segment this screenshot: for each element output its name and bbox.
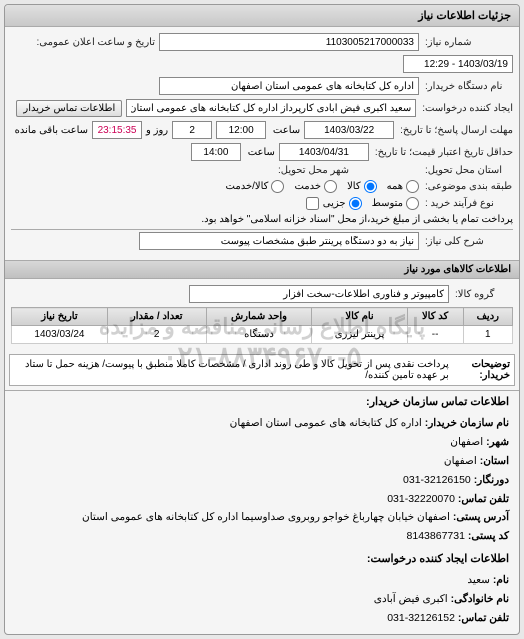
class-radio-group: همه کالا خدمت کالا/خدمت (226, 180, 419, 193)
items-table: ردیف کد کالا نام کالا واحد شمارش تعداد /… (11, 307, 513, 344)
remain-label: ساعت باقی مانده (15, 125, 88, 136)
buyer-contact-button[interactable]: اطلاعات تماس خریدار (16, 100, 122, 117)
group-field[interactable] (189, 285, 449, 303)
deliver-state-label: استان محل تحویل: (423, 165, 513, 176)
creator-field[interactable] (126, 99, 416, 117)
remain-time (92, 121, 142, 139)
class-goods[interactable]: کالا (347, 180, 377, 193)
th-name: نام کالا (312, 308, 407, 326)
th-unit: واحد شمارش (206, 308, 312, 326)
need-title-field[interactable] (139, 232, 419, 250)
min-valid-label: حداقل تاریخ اعتبار قیمت؛ تا تاریخ: (373, 147, 513, 158)
buyer-field[interactable] (159, 77, 419, 95)
creator-contact-block: نام: سعید نام خانوادگی: اکبری فیض آبادی … (15, 571, 509, 628)
deliver-city-label: شهر محل تحویل: (276, 165, 349, 176)
deadline-resp-date[interactable] (304, 121, 394, 139)
class-label: طبقه بندی موضوعی: (423, 181, 513, 192)
req-creator-header: اطلاعات ایجاد کننده درخواست: (15, 552, 509, 565)
process-note: پرداخت تمام یا بخشی از مبلغ خرید،از محل … (201, 214, 513, 225)
req-no-field[interactable] (159, 33, 419, 51)
th-idx: ردیف (463, 308, 512, 326)
th-qty: تعداد / مقدار (107, 308, 206, 326)
hour-label-2: ساعت (245, 147, 275, 158)
th-code: کد کالا (407, 308, 463, 326)
announce-label: تاریخ و ساعت اعلان عمومی: (35, 37, 156, 48)
proc-mid[interactable]: متوسط (372, 197, 419, 210)
days-label: روز و (146, 125, 168, 136)
class-service[interactable]: خدمت (294, 180, 337, 193)
deadline-resp-label: مهلت ارسال پاسخ؛ تا تاریخ: (398, 125, 513, 136)
form-body: شماره نیاز: تاریخ و ساعت اعلان عمومی: نا… (5, 27, 519, 260)
buyer-label: نام دستگاه خریدار: (423, 81, 513, 92)
proc-partial[interactable]: جزیی (323, 197, 362, 210)
req-no-label: شماره نیاز: (423, 37, 513, 48)
remain-days (172, 121, 212, 139)
buyer-notes-text: پرداخت نقدی پس از تحویل کالا و طی روند ا… (14, 359, 449, 381)
hour-label-1: ساعت (270, 125, 300, 136)
buyer-notes-label: توضیحات خریدار: (449, 359, 510, 381)
table-row[interactable]: 1 -- پرینتر لیزری دستگاه 2 1403/03/24 (12, 326, 513, 344)
class-all[interactable]: همه (387, 180, 419, 193)
group-label: گروه کالا: (453, 289, 513, 300)
contact-block: نام سازمان خریدار: اداره کل کتابخانه های… (15, 414, 509, 546)
deadline-resp-time[interactable] (216, 121, 266, 139)
announce-field[interactable] (403, 55, 513, 73)
need-details-panel: جزئیات اطلاعات نیاز شماره نیاز: تاریخ و … (4, 4, 520, 635)
items-header: اطلاعات کالاهای مورد نیاز (5, 260, 519, 279)
treasury-checkbox[interactable] (306, 197, 319, 210)
creator-label: ایجاد کننده درخواست: (420, 103, 513, 114)
th-date: تاریخ نیاز (12, 308, 108, 326)
min-valid-date[interactable] (279, 143, 369, 161)
contact-header: اطلاعات تماس سازمان خریدار: (15, 395, 509, 408)
class-goods-service[interactable]: کالا/خدمت (226, 180, 285, 193)
buyer-notes-box: توضیحات خریدار: پرداخت نقدی پس از تحویل … (9, 354, 515, 386)
process-label: نوع فرآیند خرید : (423, 198, 513, 209)
need-title-label: شرح کلی نیاز: (423, 236, 513, 247)
min-valid-time[interactable] (191, 143, 241, 161)
process-radio-group: متوسط جزیی (323, 197, 419, 210)
panel-title: جزئیات اطلاعات نیاز (5, 5, 519, 27)
